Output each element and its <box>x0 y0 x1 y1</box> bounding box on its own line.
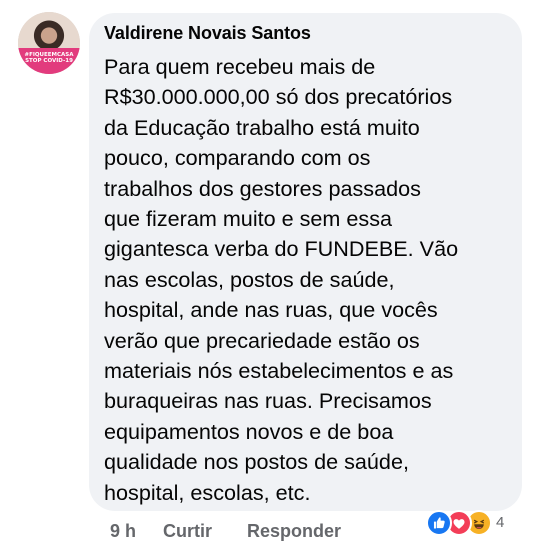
like-button[interactable]: Curtir <box>163 521 212 542</box>
comment-line: hospital, escolas, etc. <box>104 479 311 505</box>
avatar[interactable]: #FIQUEEMCASA STOP COVID-19 <box>18 12 80 74</box>
reaction-count: 4 <box>496 514 505 531</box>
avatar-frame-line2: STOP COVID-19 <box>25 58 73 64</box>
comment-text: Para quem recebeu mais de R$30.000.000,0… <box>104 52 514 508</box>
avatar-frame-badge: #FIQUEEMCASA STOP COVID-19 <box>18 48 80 74</box>
comment-line: nas escolas, postos de saúde, <box>104 266 395 292</box>
comment-line: buraqueiras nas ruas. Precisamos <box>104 388 432 414</box>
comment-line: qualidade nos postos de saúde, <box>104 449 409 475</box>
comment-line: trabalhos dos gestores passados <box>104 175 421 201</box>
comment-page: #FIQUEEMCASA STOP COVID-19 Valdirene Nov… <box>0 0 540 560</box>
comment-line: da Educação trabalho está muito <box>104 114 420 140</box>
comment-line: hospital, ande nas ruas, que vocês <box>104 297 438 323</box>
comment-line: que fizeram muito e sem essa <box>104 206 393 232</box>
comment-line: materiais nós estabelecimentos e as <box>104 358 454 384</box>
reactions-summary[interactable]: 4 <box>426 510 526 538</box>
comment-line: pouco, comparando com os <box>104 145 371 171</box>
comment-line: R$30.000.000,00 só dos precatórios <box>104 84 453 110</box>
comment-line: equipamentos novos e de boa <box>104 418 394 444</box>
comment-timestamp[interactable]: 9 h <box>110 521 136 542</box>
comment-line: gigantesca verba do FUNDEBE. Vão <box>104 236 459 262</box>
comment-author[interactable]: Valdirene Novais Santos <box>104 23 311 44</box>
comment-line: Para quem recebeu mais de <box>104 54 376 79</box>
like-icon <box>426 510 452 536</box>
comment-line: verão que precariedade estão os <box>104 327 420 353</box>
reply-button[interactable]: Responder <box>247 521 341 542</box>
